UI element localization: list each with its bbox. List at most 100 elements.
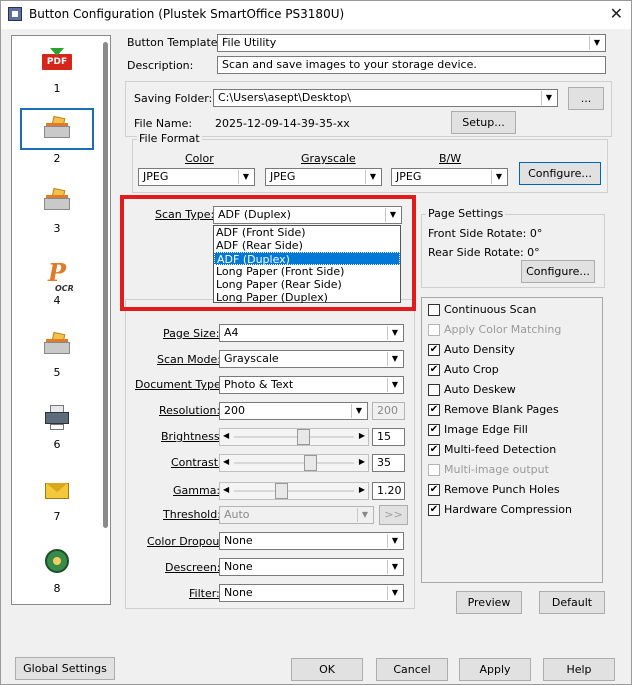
scan-type-option-adf-rear[interactable]: ADF (Rear Side) [214, 239, 400, 252]
page-settings-title: Page Settings [426, 207, 506, 220]
window-title: Button Configuration (Plustek SmartOffic… [29, 7, 345, 21]
descreen-select[interactable]: None ▼ [219, 558, 404, 576]
chevron-down-icon[interactable]: ▼ [385, 208, 400, 222]
gamma-slider[interactable]: ◀ ▶ [219, 482, 369, 500]
button-item-2[interactable]: 2 [20, 108, 94, 170]
checkbox-checked-icon[interactable]: ✔ [428, 424, 440, 436]
gamma-slider-thumb[interactable] [275, 483, 289, 499]
apply-button[interactable]: Apply [459, 658, 531, 681]
chevron-down-icon[interactable]: ▼ [387, 586, 402, 600]
scan-type-option-long-duplex[interactable]: Long Paper (Duplex) [214, 291, 400, 304]
slider-left-arrow-icon[interactable]: ◀ [223, 485, 229, 494]
chevron-down-icon[interactable]: ▼ [589, 36, 604, 50]
page-settings-configure-button[interactable]: Configure... [521, 260, 595, 283]
button-list-panel[interactable]: PDF 1 2 3 P OCR 4 5 6 7 8 [11, 35, 111, 605]
scan-type-dropdown-list[interactable]: ADF (Front Side) ADF (Rear Side) ADF (Du… [213, 225, 401, 304]
chevron-down-icon[interactable]: ▼ [387, 378, 402, 392]
resolution-value: 200 [224, 404, 245, 417]
option-label: Auto Crop [444, 363, 499, 376]
slider-left-arrow-icon[interactable]: ◀ [223, 431, 229, 440]
bw-format-select[interactable]: JPEG ▼ [391, 168, 508, 186]
brightness-value-field[interactable]: 15 [372, 428, 405, 446]
color-format-label: Color [185, 152, 214, 165]
scan-type-option-long-rear[interactable]: Long Paper (Rear Side) [214, 278, 400, 291]
scan-type-select[interactable]: ADF (Duplex) ▼ [213, 206, 402, 224]
button-item-8[interactable]: 8 [20, 540, 94, 602]
description-field[interactable]: Scan and save images to your storage dev… [217, 56, 606, 74]
checkbox-checked-icon[interactable]: ✔ [428, 444, 440, 456]
cancel-button[interactable]: Cancel [376, 658, 448, 681]
ok-button[interactable]: OK [291, 658, 363, 681]
app-icon [8, 7, 22, 21]
chevron-down-icon[interactable]: ▼ [387, 352, 402, 366]
contrast-slider[interactable]: ◀ ▶ [219, 454, 369, 472]
help-button[interactable]: Help [543, 658, 615, 681]
brightness-slider-thumb[interactable] [297, 429, 311, 445]
resolution-select[interactable]: 200 ▼ [219, 402, 368, 420]
gamma-label: Gamma: [173, 484, 221, 497]
checkbox-checked-icon[interactable]: ✔ [428, 404, 440, 416]
button-item-number: 6 [53, 438, 61, 451]
default-button[interactable]: Default [539, 591, 605, 614]
option-label: Auto Deskew [444, 383, 516, 396]
saving-folder-select[interactable]: C:\Users\asept\Desktop\ ▼ [213, 89, 558, 107]
button-item-7[interactable]: 7 [20, 468, 94, 530]
chevron-down-icon[interactable]: ▼ [387, 534, 402, 548]
button-template-select[interactable]: File Utility ▼ [217, 34, 606, 52]
button-list-scrollbar[interactable] [103, 42, 108, 528]
page-size-select[interactable]: A4 ▼ [219, 324, 404, 342]
chevron-down-icon[interactable]: ▼ [541, 91, 556, 105]
grayscale-format-select[interactable]: JPEG ▼ [265, 168, 382, 186]
slider-right-arrow-icon[interactable]: ▶ [359, 457, 365, 466]
threshold-select: Auto ▼ [219, 506, 374, 524]
file-format-configure-button[interactable]: Configure... [519, 162, 601, 185]
chevron-down-icon[interactable]: ▼ [387, 326, 402, 340]
chevron-down-icon[interactable]: ▼ [491, 170, 506, 184]
button-item-6[interactable]: 6 [20, 396, 94, 458]
close-icon[interactable]: ✕ [610, 4, 623, 23]
scan-type-option-adf-duplex[interactable]: ADF (Duplex) [214, 252, 400, 266]
contrast-value-field[interactable]: 35 [372, 454, 405, 472]
resolution-label: Resolution: [159, 404, 221, 417]
saving-folder-value: C:\Users\asept\Desktop\ [218, 91, 351, 104]
button-item-number: 5 [53, 366, 61, 379]
checkbox-checked-icon[interactable]: ✔ [428, 504, 440, 516]
chevron-down-icon[interactable]: ▼ [351, 404, 366, 418]
contrast-slider-thumb[interactable] [303, 455, 317, 471]
setup-button[interactable]: Setup... [451, 111, 516, 134]
chevron-down-icon[interactable]: ▼ [238, 170, 253, 184]
scan-type-option-adf-front[interactable]: ADF (Front Side) [214, 226, 400, 239]
slider-right-arrow-icon[interactable]: ▶ [359, 485, 365, 494]
global-settings-button[interactable]: Global Settings [15, 657, 115, 680]
checkbox-unchecked-icon[interactable] [428, 304, 440, 316]
button-item-3[interactable]: 3 [20, 180, 94, 242]
brightness-slider[interactable]: ◀ ▶ [219, 428, 369, 446]
button-item-4[interactable]: P OCR 4 [20, 252, 94, 314]
button-item-1[interactable]: PDF 1 [20, 40, 94, 102]
browse-folder-button[interactable]: ... [568, 87, 604, 110]
scan-mode-select[interactable]: Grayscale ▼ [219, 350, 404, 368]
color-dropout-select[interactable]: None ▼ [219, 532, 404, 550]
preview-button[interactable]: Preview [456, 591, 522, 614]
slider-left-arrow-icon[interactable]: ◀ [223, 457, 229, 466]
document-type-label: Document Type: [135, 378, 225, 391]
chevron-down-icon[interactable]: ▼ [365, 170, 380, 184]
bw-format-label: B/W [439, 152, 462, 165]
checkbox-checked-icon[interactable]: ✔ [428, 344, 440, 356]
descreen-value: None [224, 560, 253, 573]
option-label: Hardware Compression [444, 503, 572, 516]
color-format-select[interactable]: JPEG ▼ [138, 168, 255, 186]
chevron-down-icon[interactable]: ▼ [387, 560, 402, 574]
document-type-select[interactable]: Photo & Text ▼ [219, 376, 404, 394]
option-label: Apply Color Matching [444, 323, 562, 336]
scan-type-option-long-front[interactable]: Long Paper (Front Side) [214, 265, 400, 278]
button-item-number: 7 [53, 510, 61, 523]
checkbox-checked-icon[interactable]: ✔ [428, 484, 440, 496]
filter-label: Filter: [189, 587, 220, 600]
gamma-value-field[interactable]: 1.20 [372, 482, 405, 500]
checkbox-unchecked-icon[interactable] [428, 384, 440, 396]
checkbox-checked-icon[interactable]: ✔ [428, 364, 440, 376]
button-item-5[interactable]: 5 [20, 324, 94, 386]
filter-select[interactable]: None ▼ [219, 584, 404, 602]
slider-right-arrow-icon[interactable]: ▶ [359, 431, 365, 440]
